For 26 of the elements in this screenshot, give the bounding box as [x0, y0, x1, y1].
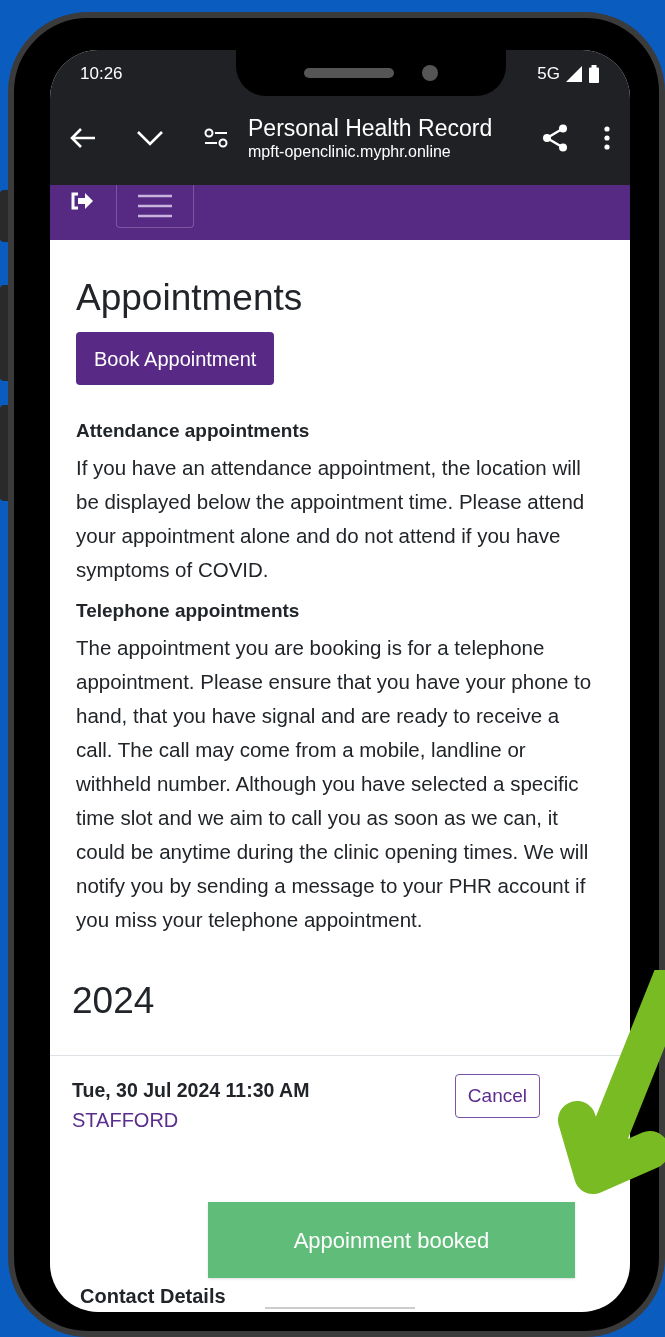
- more-icon[interactable]: [604, 125, 610, 150]
- section-heading: Telephone appointments: [76, 599, 301, 623]
- section-heading: Contact Details: [80, 1284, 226, 1308]
- section-heading: Attendance appointments: [76, 419, 311, 443]
- battery-icon: [588, 65, 600, 83]
- chevron-down-icon[interactable]: [136, 129, 164, 146]
- appointment-time: Tue, 30 Jul 2024 11:30 AM: [72, 1078, 310, 1103]
- clock-time: 10:26: [80, 63, 123, 86]
- toast-message: Appoinment booked: [208, 1202, 575, 1278]
- cancel-button[interactable]: Cancel: [454, 1074, 540, 1118]
- back-arrow-icon[interactable]: [70, 126, 96, 149]
- url-text[interactable]: mpft-openclinic.myphr.online: [248, 141, 542, 162]
- year-heading: 2024: [72, 979, 156, 1023]
- network-label: 5G: [537, 63, 560, 86]
- page-heading: Appointments: [76, 276, 304, 320]
- tune-icon[interactable]: [204, 127, 228, 148]
- paragraph: If you have an attendance appointment, the location will be displayed below the appointment time. Please attend your appointment alone and do not attend if you have symptoms of COVID.: [76, 455, 586, 583]
- logout-icon[interactable]: [70, 192, 94, 212]
- page-title: Personal Health Record: [248, 113, 494, 142]
- appointment-location: STAFFORD: [72, 1108, 180, 1133]
- menu-icon[interactable]: [138, 194, 172, 218]
- menu-button[interactable]: [116, 185, 194, 228]
- signal-icon: [566, 66, 582, 82]
- paragraph: The appointment you are booking is for a telephone appointment. Please ensure that you have your phone to hand, that you have signal and are ready to receive a call. The call may come from a mobile, landline or withheld number. Although you have selected a specific time slot and we aim to call you as soon as we can, it could be anytime during the clinic opening times. We will notify you by sending a message to your PHR account if you miss your telephone appointment.: [76, 635, 593, 933]
- share-icon[interactable]: [542, 123, 568, 152]
- book-appointment-button[interactable]: Book Appointment: [76, 332, 275, 385]
